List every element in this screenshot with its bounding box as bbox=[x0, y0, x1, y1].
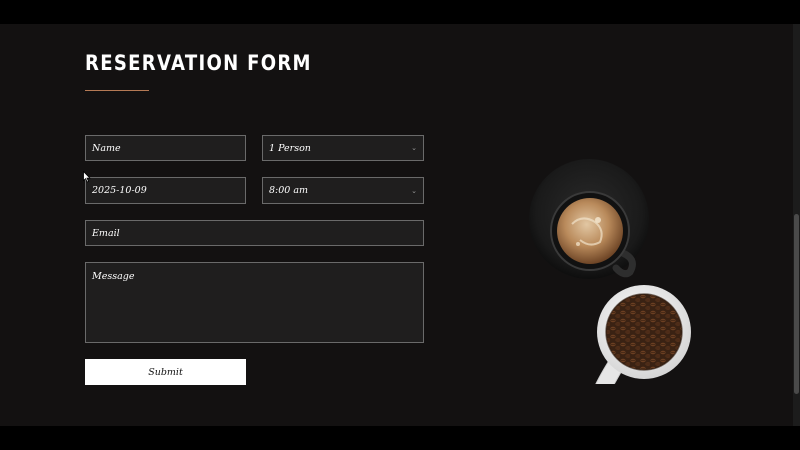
chevron-down-icon: ⌄ bbox=[411, 186, 417, 195]
chevron-down-icon: ⌄ bbox=[411, 144, 417, 152]
date-value: 2025-10-09 bbox=[92, 185, 147, 196]
page-scrollbar[interactable] bbox=[793, 24, 800, 426]
time-value: 8:00 am bbox=[269, 185, 309, 196]
message-textarea[interactable]: Message bbox=[85, 262, 424, 343]
espresso-crema bbox=[557, 198, 623, 264]
mouse-cursor-icon bbox=[83, 171, 91, 183]
party-size-value: 1 Person bbox=[269, 142, 311, 154]
party-size-select[interactable]: 1 Person ⌄ bbox=[262, 135, 424, 161]
name-placeholder: Name bbox=[92, 142, 121, 154]
page-title: RESERVATION FORM bbox=[85, 51, 312, 75]
scrollbar-thumb[interactable] bbox=[794, 214, 799, 394]
date-input[interactable]: 2025-10-09 bbox=[85, 177, 246, 204]
coffee-cups-illustration bbox=[529, 159, 691, 384]
title-underline bbox=[85, 90, 149, 91]
message-placeholder: Message bbox=[92, 271, 135, 282]
submit-button[interactable]: Submit bbox=[85, 359, 246, 385]
email-input[interactable]: Email bbox=[85, 220, 424, 246]
page-viewport: RESERVATION FORM Name 1 Person ⌄ 2025-10… bbox=[0, 24, 793, 426]
email-placeholder: Email bbox=[92, 227, 120, 239]
time-select[interactable]: 8:00 am ⌄ bbox=[262, 177, 424, 204]
name-input[interactable]: Name bbox=[85, 135, 246, 161]
